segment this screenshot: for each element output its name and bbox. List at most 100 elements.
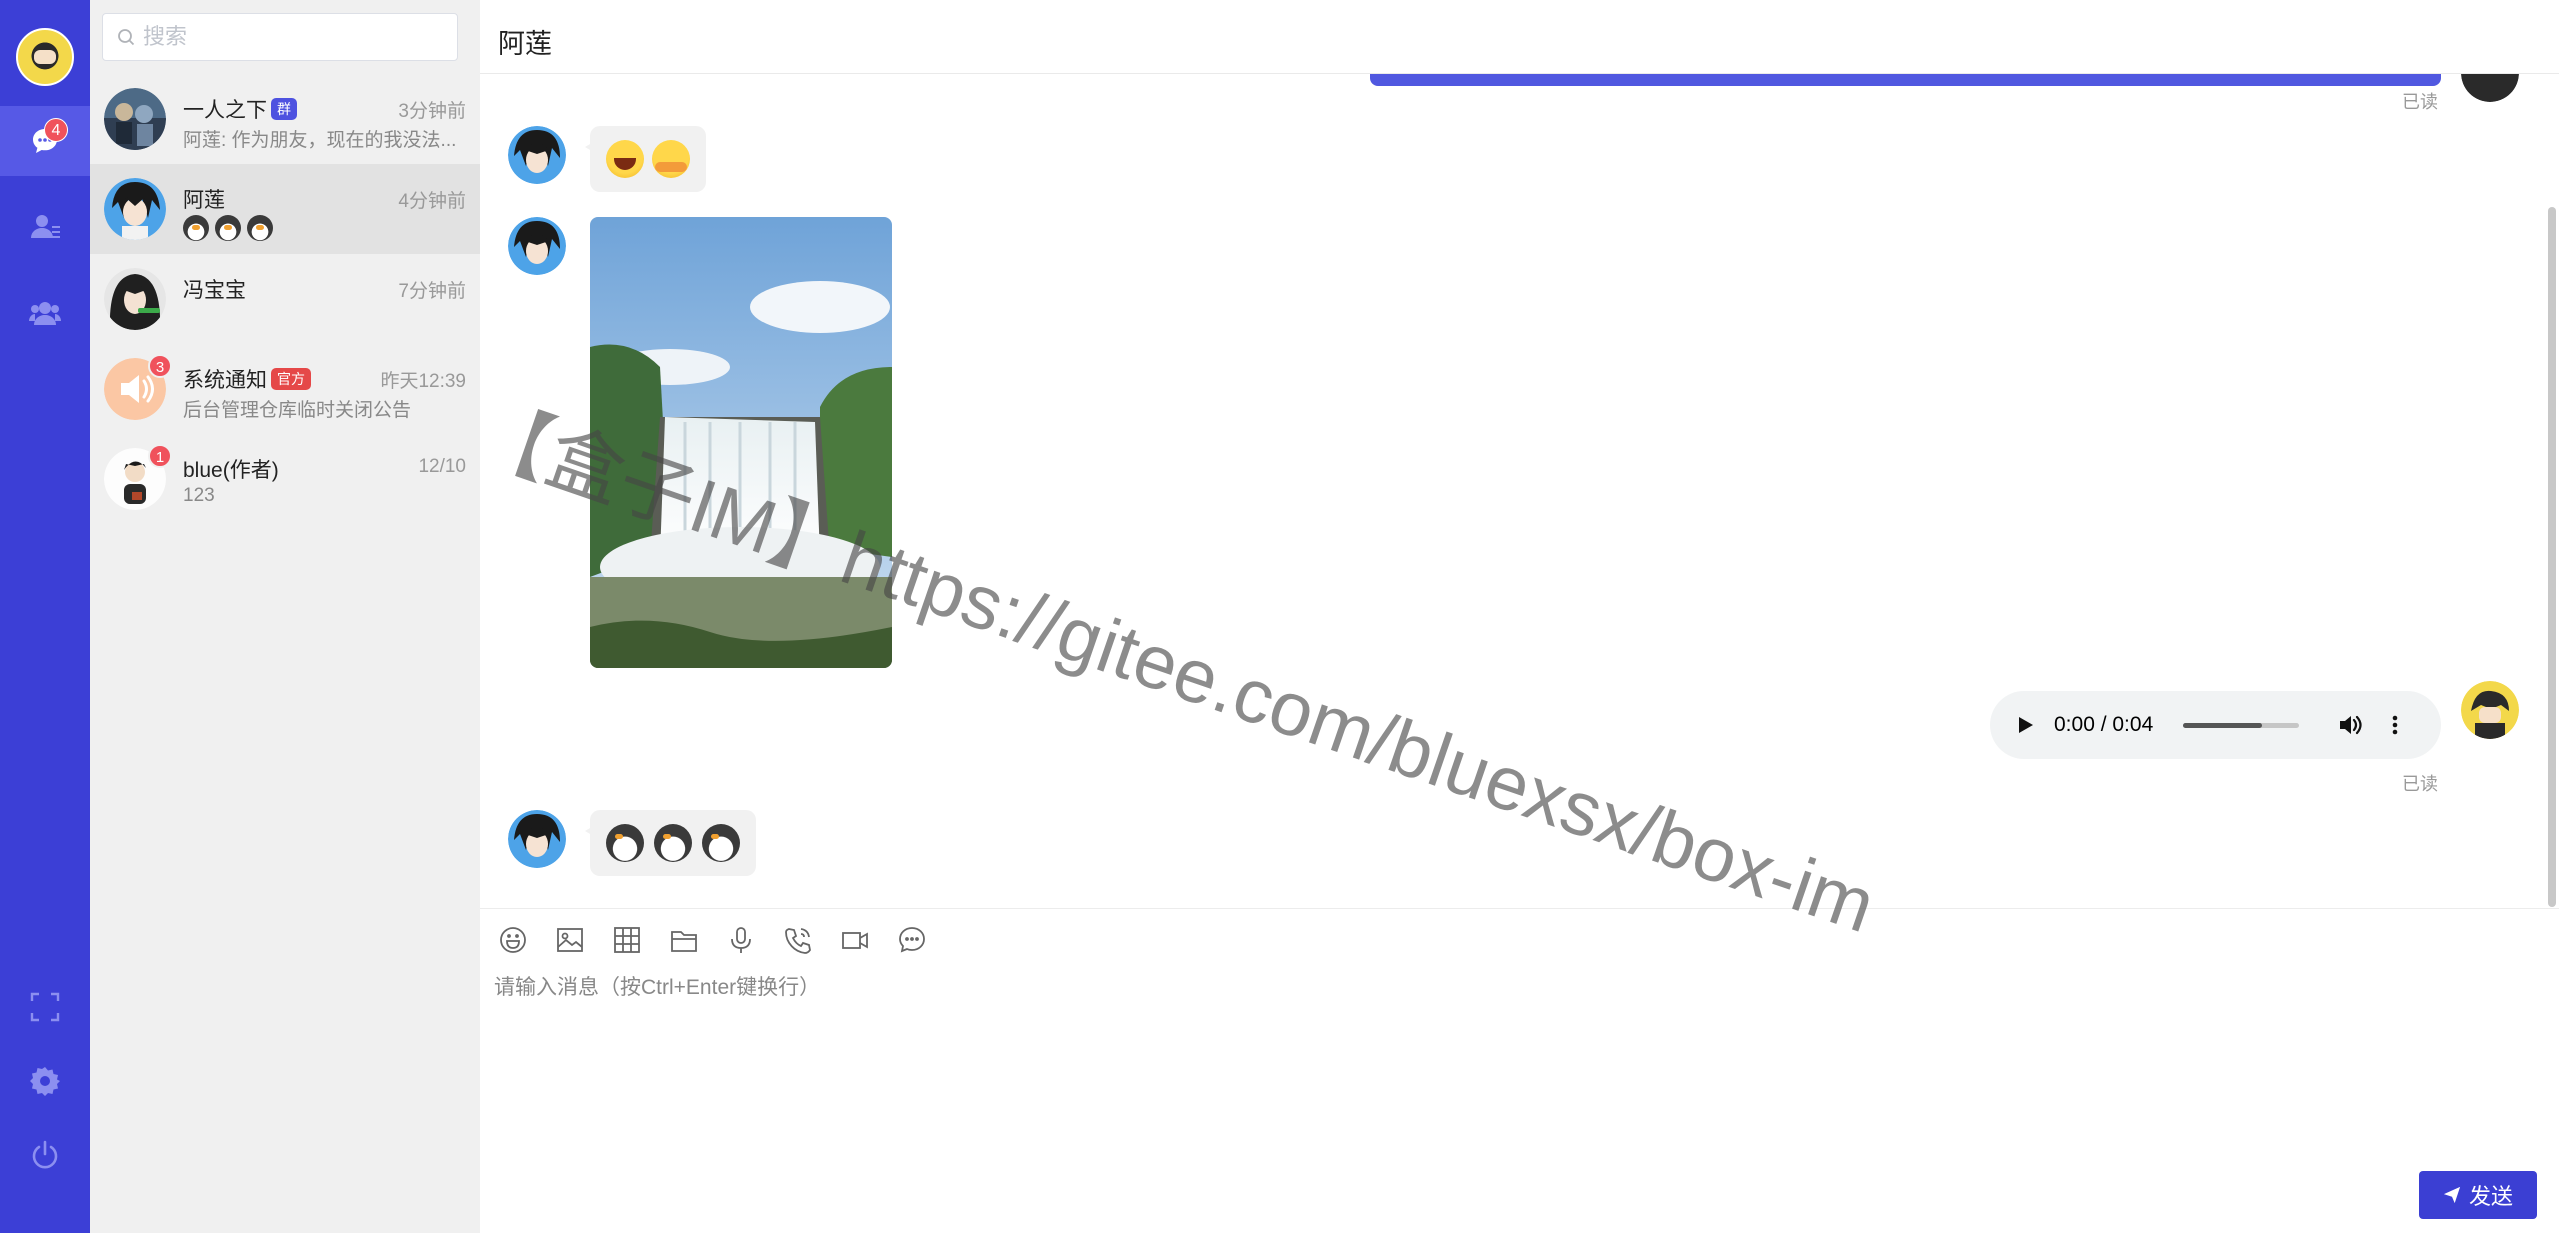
audio-progress-fill (2183, 722, 2263, 728)
audio-player[interactable]: 0:00 / 0:04 (1990, 691, 2441, 759)
quick-reply-button[interactable] (895, 923, 928, 956)
conversation-item[interactable]: 冯宝宝 7分钟前 (90, 254, 480, 344)
penguin-emoji-icon (606, 824, 644, 862)
call-button[interactable] (781, 923, 814, 956)
group-tag: 群 (271, 98, 297, 120)
my-avatar (2461, 681, 2519, 739)
video-button[interactable] (838, 923, 871, 956)
app: 4 搜索 一人之下 群 3分钟前 阿莲: 作为朋友，现在的我没法... 阿莲 4… (0, 0, 2559, 1233)
conversation-time: 3分钟前 (398, 101, 466, 122)
conversation-preview: 123 (183, 485, 215, 506)
conversation-preview: 阿莲: 作为朋友，现在的我没法... (183, 130, 457, 151)
conversation-list: 一人之下 群 3分钟前 阿莲: 作为朋友，现在的我没法... 阿莲 4分钟前 (90, 0, 480, 1233)
image-button[interactable] (553, 923, 586, 956)
audio-time: 0:00 / 0:04 (2054, 713, 2154, 736)
my-avatar (2461, 74, 2519, 102)
send-button[interactable]: 发送 (2419, 1171, 2537, 1219)
conversation-preview: 后台管理仓库临时关闭公告 (183, 400, 412, 421)
conversation-title: 阿莲 (183, 189, 225, 212)
voice-button[interactable] (724, 923, 757, 956)
folder-button[interactable] (667, 923, 700, 956)
conversation-item[interactable]: 1 blue(作者) 12/10 123 (90, 434, 480, 524)
sender-avatar (508, 126, 566, 184)
sender-avatar (508, 217, 566, 275)
waterfall-image[interactable] (590, 217, 892, 668)
emoji-message-bubble (585, 126, 706, 192)
unread-badge: 3 (148, 354, 172, 378)
nav-friends[interactable] (0, 192, 90, 262)
image-icon (556, 927, 583, 952)
volume-icon[interactable] (2337, 712, 2363, 738)
message-list[interactable]: 已读 0:00 / 0:04 已读 (480, 74, 2559, 908)
sender-avatar (508, 810, 566, 868)
chat-panel: 阿莲 已读 0:00 / 0:04 已读 请输入消息（按Ctrl+Enter键换… (480, 0, 2559, 1233)
penguin-emoji-icon (183, 215, 209, 241)
search-box[interactable] (102, 13, 458, 61)
group-icon (29, 302, 61, 325)
avatar (104, 88, 166, 150)
conversation-time: 昨天12:39 (380, 371, 466, 392)
conversation-title: blue(作者) (183, 459, 279, 482)
side-nav: 4 (0, 0, 90, 1233)
penguin-emoji-icon (247, 215, 273, 241)
conversation-item[interactable]: 一人之下 群 3分钟前 阿莲: 作为朋友，现在的我没法... (90, 74, 480, 164)
conversation-name: 一人之下 群 (183, 94, 297, 124)
nav-logout[interactable] (0, 1120, 90, 1190)
file-grid-icon (613, 926, 640, 953)
power-icon (32, 1140, 58, 1169)
fullscreen-icon (30, 992, 60, 1022)
avatar (104, 178, 166, 240)
penguin-emoji-icon (654, 824, 692, 862)
friends-icon (31, 215, 60, 238)
read-status: 已读 (2402, 774, 2438, 794)
my-avatar[interactable] (16, 28, 74, 86)
audio-progress-bar[interactable] (2183, 722, 2300, 728)
message-composer: 发送 (480, 908, 2559, 1233)
search-input[interactable] (143, 24, 423, 50)
play-icon[interactable] (2014, 714, 2036, 736)
send-label: 发送 (2468, 1184, 2513, 1209)
message-input[interactable] (494, 971, 2534, 1171)
video-icon (841, 931, 868, 949)
emoji-button[interactable] (496, 923, 529, 956)
gear-icon (30, 1067, 60, 1096)
message-count-badge: 4 (44, 118, 68, 142)
emoji-icon (499, 926, 526, 953)
composer-toolbar (496, 923, 928, 956)
file-button[interactable] (610, 923, 643, 956)
avatar (104, 268, 166, 330)
conversation-time: 4分钟前 (398, 191, 466, 212)
search-icon (118, 29, 135, 46)
nav-groups[interactable] (0, 278, 90, 348)
conversation-time: 7分钟前 (398, 281, 466, 302)
chat-header: 阿莲 (480, 0, 2559, 74)
nav-fullscreen[interactable] (0, 972, 90, 1042)
phone-icon (784, 927, 811, 954)
send-icon (2443, 1186, 2461, 1204)
penguin-emoji-icon (215, 215, 241, 241)
conversation-title: 冯宝宝 (183, 279, 246, 302)
emoji-message-bubble (585, 810, 756, 876)
nav-settings[interactable] (0, 1046, 90, 1116)
unread-badge: 1 (148, 444, 172, 468)
laugh-emoji-icon (606, 140, 644, 178)
conversation-title: 系统通知 (183, 369, 267, 392)
conversation-preview (183, 215, 463, 241)
conversation-name: 系统通知 官方 (183, 364, 311, 394)
folder-icon (670, 930, 697, 952)
chat-bubble-icon (898, 926, 925, 952)
penguin-emoji-icon (702, 824, 740, 862)
message-scrollbar[interactable] (2548, 207, 2556, 907)
microphone-icon (730, 926, 751, 953)
conversation-time: 12/10 (418, 456, 466, 477)
nav-chat[interactable]: 4 (0, 106, 90, 176)
more-options-icon[interactable] (2383, 713, 2407, 737)
hug-emoji-icon (652, 140, 690, 178)
conversation-item[interactable]: 阿莲 4分钟前 (90, 164, 480, 254)
conversation-title: 一人之下 (183, 99, 267, 122)
official-tag: 官方 (271, 368, 311, 390)
sent-message-bubble (1370, 74, 2441, 86)
chat-title: 阿莲 (498, 29, 552, 59)
conversation-item[interactable]: 3 系统通知 官方 昨天12:39 后台管理仓库临时关闭公告 (90, 344, 480, 434)
read-status: 已读 (2402, 92, 2438, 112)
